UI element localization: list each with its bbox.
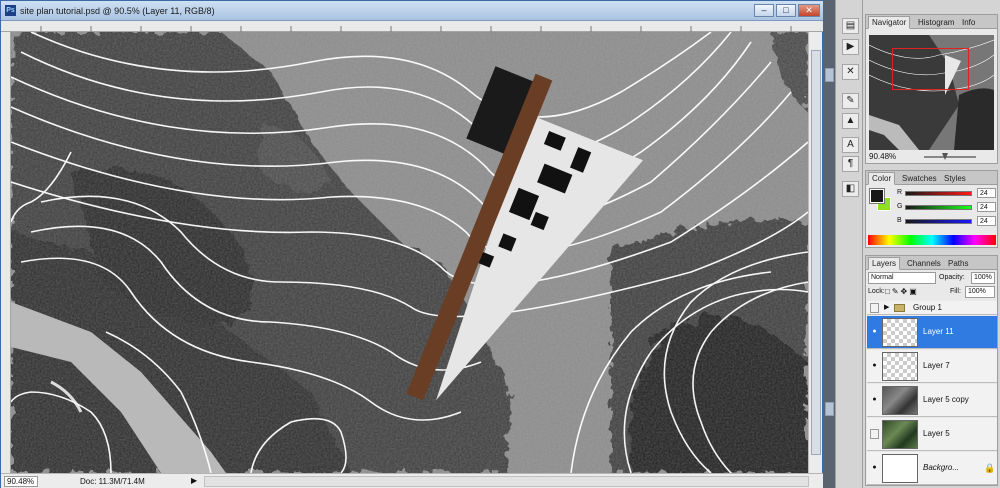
layer-row-layer-7[interactable]: ● Layer 7 (867, 350, 997, 383)
tab-paths[interactable]: Paths (944, 257, 972, 270)
image-canvas[interactable] (11, 32, 808, 473)
character-icon[interactable]: A (842, 137, 859, 153)
red-channel-row: R 24 (897, 188, 997, 202)
red-value[interactable]: 24 (977, 188, 996, 198)
document-title: site plan tutorial.psd @ 90.5% (Layer 11… (20, 6, 215, 16)
layer-thumbnail (882, 352, 918, 381)
photoshop-icon: Ps (5, 5, 16, 16)
layer-row-layer-5-copy[interactable]: ● Layer 5 copy (867, 384, 997, 417)
layer-name: Layer 5 (923, 429, 950, 438)
document-window: Ps site plan tutorial.psd @ 90.5% (Layer… (0, 0, 824, 488)
layer-row-layer-11[interactable]: ● Layer 11 (867, 316, 997, 349)
color-panel: Color Swatches Styles R 24 G 24 B 24 (865, 170, 998, 248)
visibility-toggle[interactable] (870, 302, 879, 313)
stamp-icon[interactable]: ▲ (842, 113, 859, 129)
tab-styles[interactable]: Styles (940, 172, 970, 185)
green-channel-row: G 24 (897, 202, 997, 216)
folder-icon (894, 304, 905, 312)
red-label: R (897, 189, 903, 196)
navigator-zoom-slider[interactable] (924, 153, 976, 160)
green-slider[interactable] (905, 205, 972, 210)
layer-thumbnail (882, 386, 918, 415)
layers-panel: Layers Channels Paths Normal Opacity: 10… (865, 255, 998, 486)
lock-icon: 🔒 (984, 463, 996, 473)
eye-icon[interactable]: ● (870, 327, 879, 337)
expand-arrow-icon[interactable]: ▶ (884, 303, 889, 311)
tab-info[interactable]: Info (958, 16, 979, 29)
actions-icon[interactable]: ▶ (842, 39, 859, 55)
zoom-slider-knob[interactable] (942, 153, 948, 160)
tools-icon[interactable]: ✕ (842, 64, 859, 80)
minimize-button[interactable]: – (754, 4, 774, 17)
layer-name: Layer 7 (923, 361, 950, 370)
layer-row-layer-5[interactable]: Layer 5 (867, 418, 997, 451)
lock-label: Lock: (868, 288, 885, 295)
document-title-bar[interactable]: Ps site plan tutorial.psd @ 90.5% (Layer… (1, 1, 824, 21)
color-spectrum-bar[interactable] (868, 235, 996, 245)
foreground-color-swatch[interactable] (869, 188, 885, 204)
status-bar: 90.48% Doc: 11.3M/71.4M ▶ (1, 473, 824, 488)
navigator-view-box[interactable] (892, 48, 969, 90)
lock-options-icon[interactable]: □✎✥▣ (885, 287, 919, 296)
blue-slider[interactable] (905, 219, 972, 224)
layer-thumbnail (882, 454, 918, 483)
history-icon[interactable]: ▤ (842, 18, 859, 34)
panel-dock: Navigator Histogram Info 90.48% Color Sw… (863, 0, 1000, 488)
eye-icon[interactable]: ● (870, 361, 879, 371)
collapsed-panel-strip (823, 0, 835, 488)
maximize-button[interactable]: □ (776, 4, 796, 17)
paragraph-icon[interactable]: ¶ (842, 156, 859, 172)
vertical-scroll-thumb[interactable] (811, 50, 821, 455)
layer-name: Layer 5 copy (923, 395, 969, 404)
opacity-label: Opacity: (939, 274, 965, 281)
layer-thumbnail (882, 420, 918, 449)
layer-name: Group 1 (913, 302, 942, 312)
tab-navigator[interactable]: Navigator (868, 16, 911, 29)
collapsed-panel-tab[interactable] (825, 402, 834, 416)
blend-mode-select[interactable]: Normal (868, 272, 936, 284)
layer-name: Layer 11 (923, 327, 954, 336)
vertical-scrollbar[interactable] (808, 32, 822, 473)
layer-row-background[interactable]: ● Backgro... 🔒 (867, 452, 997, 485)
opacity-field[interactable]: 100% (971, 272, 995, 284)
navigator-thumbnail[interactable] (869, 35, 994, 150)
document-info: Doc: 11.3M/71.4M (80, 477, 145, 486)
layer-comps-icon[interactable]: ◧ (842, 181, 859, 197)
zoom-field[interactable]: 90.48% (4, 476, 38, 487)
tab-color[interactable]: Color (868, 172, 896, 185)
tab-histogram[interactable]: Histogram (914, 16, 958, 29)
fill-label: Fill: (950, 288, 961, 295)
horizontal-ruler[interactable] (1, 21, 824, 32)
vertical-ruler[interactable] (1, 32, 11, 473)
green-label: G (897, 203, 903, 210)
navigator-zoom-value[interactable]: 90.48% (869, 152, 896, 161)
tab-swatches[interactable]: Swatches (898, 172, 941, 185)
layer-thumbnail (882, 318, 918, 347)
fill-field[interactable]: 100% (965, 286, 995, 298)
blue-label: B (897, 217, 902, 224)
layer-name: Backgro... (923, 463, 960, 472)
eye-icon[interactable]: ● (870, 463, 879, 473)
brush-icon[interactable]: ✎ (842, 93, 859, 109)
tab-channels[interactable]: Channels (903, 257, 945, 270)
collapsed-panel-tab[interactable] (825, 68, 834, 82)
close-button[interactable]: ✕ (798, 4, 820, 17)
panel-icon-column: ▤ ▶ ✕ ✎ ▲ A ¶ ◧ (835, 0, 863, 488)
red-slider[interactable] (905, 191, 972, 196)
layer-row-group-1[interactable]: ▶ Group 1 (867, 301, 997, 315)
visibility-toggle[interactable] (870, 429, 879, 439)
blue-channel-row: B 24 (897, 216, 997, 230)
green-value[interactable]: 24 (977, 202, 996, 212)
blue-value[interactable]: 24 (977, 216, 996, 226)
tab-layers[interactable]: Layers (868, 257, 901, 270)
navigator-panel: Navigator Histogram Info 90.48% (865, 14, 998, 164)
status-menu-arrow-icon[interactable]: ▶ (191, 476, 197, 485)
eye-icon[interactable]: ● (870, 395, 879, 405)
horizontal-scrollbar[interactable] (204, 476, 809, 487)
